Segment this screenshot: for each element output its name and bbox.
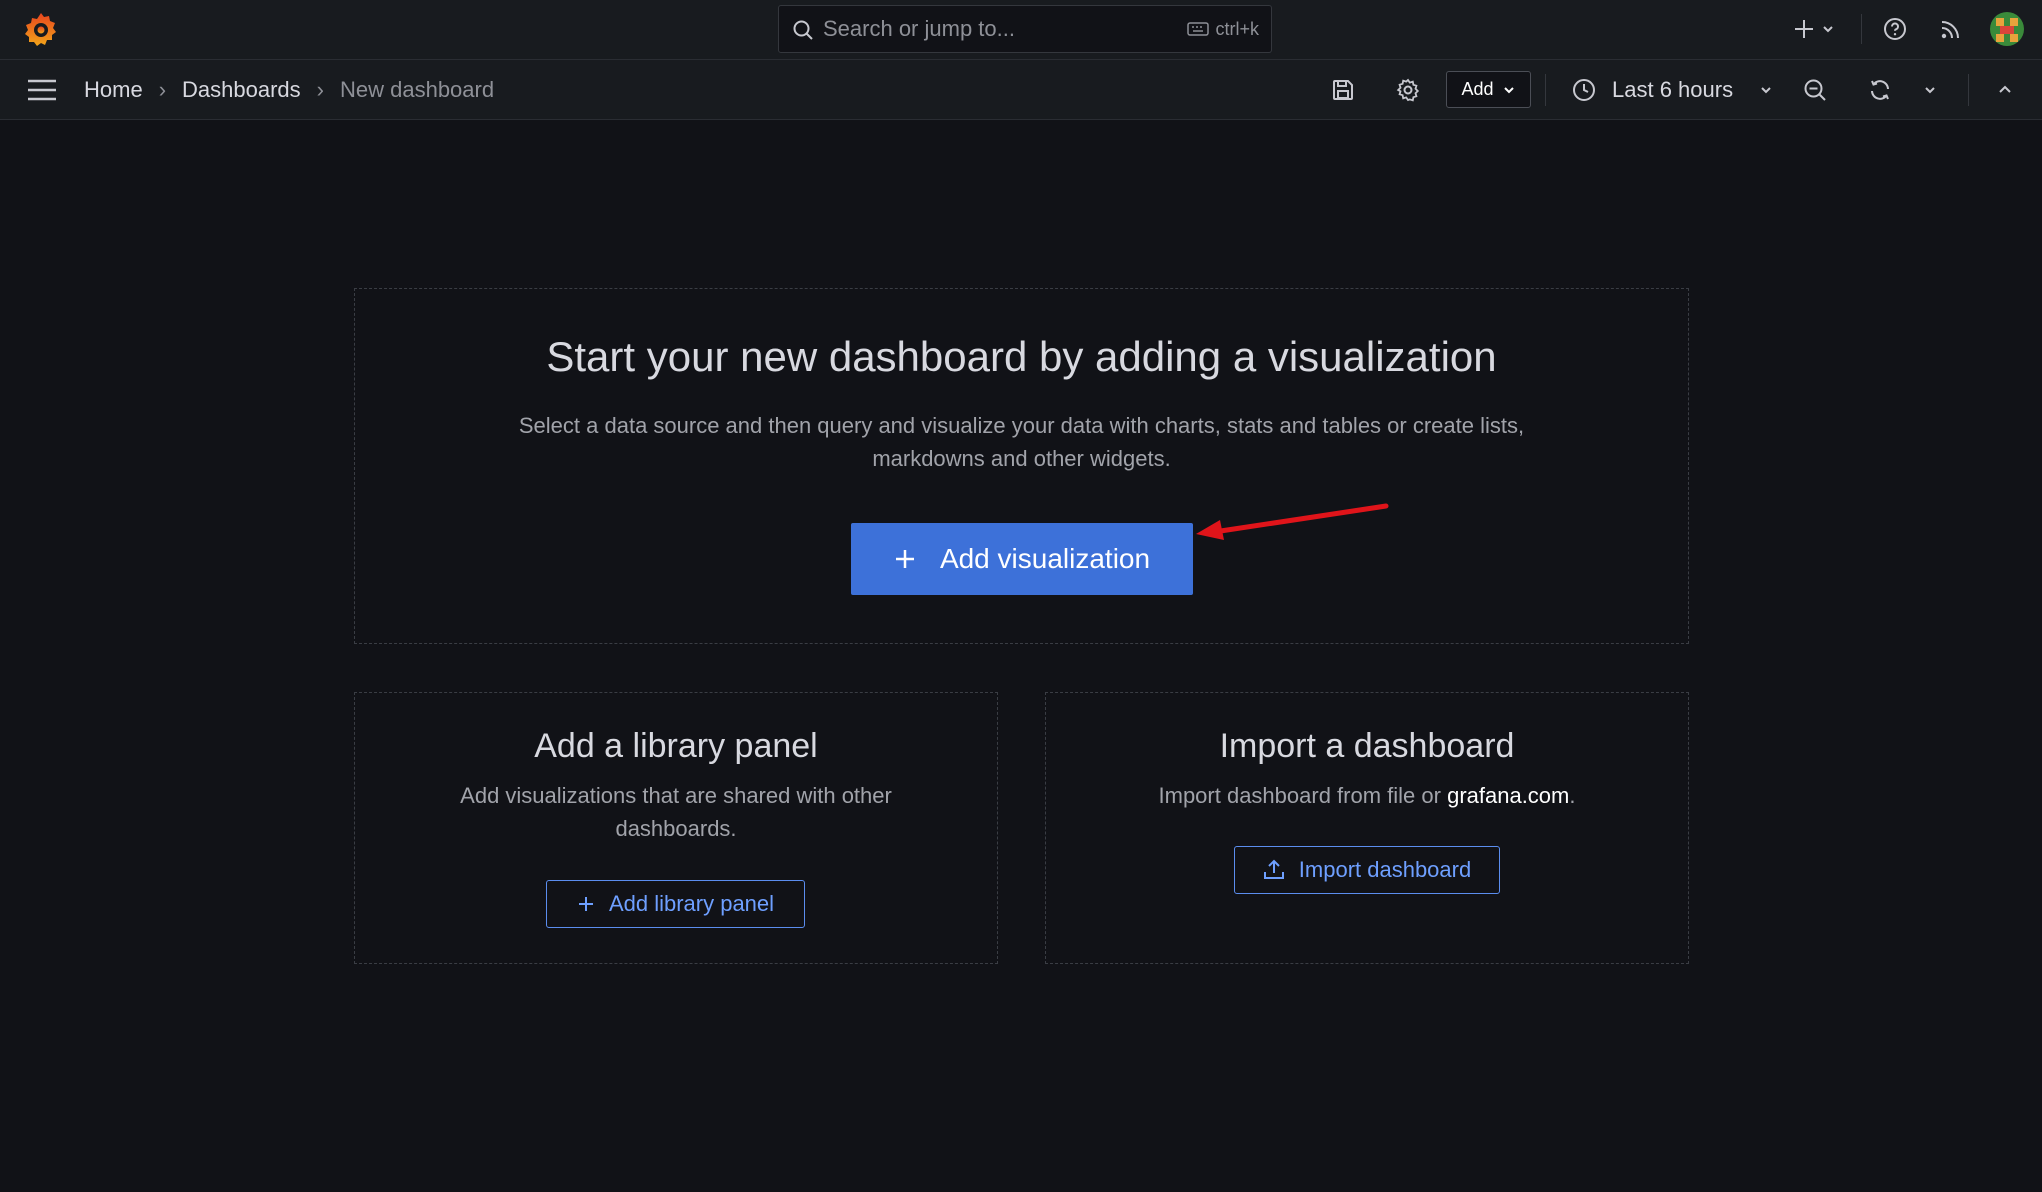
news-feed-icon[interactable] [1936, 14, 1966, 44]
grafana-logo-icon[interactable] [22, 10, 60, 48]
plus-icon [578, 897, 593, 911]
plus-icon [1795, 20, 1813, 38]
add-visualization-button[interactable]: Add visualization [851, 523, 1193, 595]
breadcrumb: Home › Dashboards › New dashboard [84, 60, 494, 119]
time-range-picker[interactable]: Last 6 hours [1572, 60, 1773, 119]
library-panel-card: Add a library panel Add visualizations t… [354, 692, 998, 964]
chevron-down-icon [1761, 86, 1771, 93]
top-bar: Search or jump to... ctrl+k [0, 0, 2042, 60]
dashboard-nav-bar: Home › Dashboards › New dashboard Add La… [0, 60, 2042, 120]
import-dashboard-card: Import a dashboard Import dashboard from… [1045, 692, 1689, 964]
menu-icon[interactable] [26, 78, 58, 102]
plus-icon [895, 550, 914, 568]
collapse-chevron-up-icon[interactable] [1990, 75, 2020, 105]
new-menu-button[interactable] [1790, 15, 1838, 43]
save-icon[interactable] [1328, 75, 1358, 105]
grafana-com-link[interactable]: grafana.com [1447, 783, 1569, 808]
breadcrumb-separator: › [316, 77, 324, 102]
breadcrumb-separator: › [158, 77, 167, 102]
zoom-out-icon[interactable] [1800, 75, 1830, 105]
import-dashboard-button[interactable]: Import dashboard [1234, 846, 1500, 894]
search-placeholder: Search or jump to... [823, 16, 1015, 41]
search-icon [793, 20, 813, 40]
breadcrumb-home[interactable]: Home [84, 60, 143, 119]
clock-icon [1573, 78, 1595, 101]
search-shortcut: ctrl+k [1187, 6, 1259, 52]
refresh-interval-chevron-down-icon[interactable] [1917, 75, 1943, 105]
import-dashboard-description: Import dashboard from file or grafana.co… [1158, 783, 1576, 808]
library-panel-title: Add a library panel [534, 727, 818, 765]
breadcrumb-current: New dashboard [339, 77, 495, 102]
empty-state-title: Start your new dashboard by adding a vis… [546, 333, 1497, 380]
gear-icon[interactable] [1393, 75, 1423, 105]
breadcrumb-dashboards[interactable]: Dashboards [182, 60, 301, 119]
help-icon[interactable] [1880, 14, 1910, 44]
import-dashboard-title: Import a dashboard [1219, 727, 1515, 765]
divider [1968, 74, 1969, 106]
add-visualization-panel: Start your new dashboard by adding a vis… [354, 288, 1689, 644]
search-bar[interactable]: Search or jump to... ctrl+k [778, 5, 1272, 53]
library-panel-description: Add visualizations that are shared with … [460, 783, 892, 841]
time-range-label: Last 6 hours [1612, 76, 1734, 102]
chevron-down-icon [1503, 86, 1514, 93]
add-library-panel-button[interactable]: Add library panel [546, 880, 805, 928]
chevron-down-icon [1823, 26, 1833, 33]
annotation-arrow [1196, 503, 1389, 540]
empty-state-description: Select a data source and then query and … [518, 413, 1525, 471]
user-avatar[interactable] [1990, 12, 2024, 46]
upload-icon [1263, 859, 1284, 879]
divider [1545, 74, 1546, 106]
divider [1861, 14, 1862, 44]
add-button[interactable]: Add [1446, 71, 1531, 108]
refresh-icon[interactable] [1865, 75, 1895, 105]
keyboard-icon [1187, 22, 1210, 36]
